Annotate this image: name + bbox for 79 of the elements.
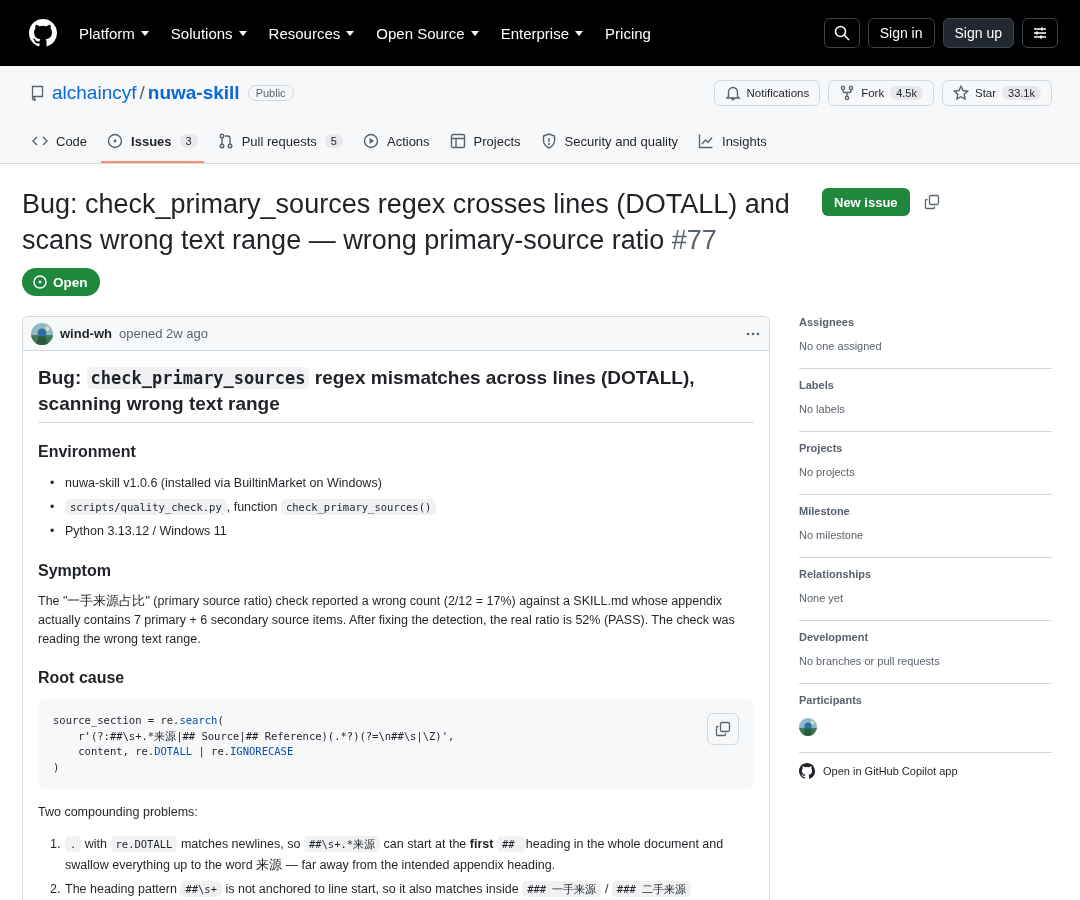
graph-icon — [698, 133, 715, 149]
sidebar-heading[interactable]: Participants — [799, 694, 1052, 706]
play-icon — [362, 133, 379, 149]
open-issue-icon — [32, 274, 48, 290]
nav-menu-item[interactable]: Enterprise — [500, 24, 584, 42]
sidebar-heading[interactable]: Labels — [799, 379, 1052, 391]
heading: Bug: check_primary_sources regex mismatches across lines (DOTALL), scanning wrong text range — [38, 365, 754, 423]
repo-tab[interactable]: Insights — [692, 125, 773, 163]
repo-tab[interactable]: Projects — [443, 125, 527, 163]
section-heading: Environment — [38, 443, 137, 461]
star-icon — [953, 85, 969, 101]
list-item: Python 3.13.12 / Windows 11 — [65, 523, 228, 540]
section-heading: Symptom — [38, 562, 112, 580]
author-name[interactable]: wind-wh — [60, 326, 112, 341]
repo-owner-link[interactable]: alchaincyf — [52, 82, 137, 104]
list-marker: • — [50, 475, 56, 492]
nav-menu-item[interactable]: Resources — [268, 24, 355, 42]
list-item: The heading pattern ##\s+ is not anchored to line start, so it also matches inside ### 一手来源 / ### 二手来源 — [65, 879, 754, 900]
sign-in-button[interactable]: Sign in — [867, 18, 935, 48]
path-separator: / — [139, 82, 145, 104]
paragraph: Two compounding problems: — [38, 804, 199, 821]
avatar — [799, 718, 817, 736]
copy-icon[interactable] — [923, 194, 940, 210]
repo-tab[interactable]: Code — [26, 125, 94, 163]
nav-menu-item[interactable]: Solutions — [170, 24, 247, 42]
sidebar-value: No one assigned — [799, 340, 883, 352]
sidebar-heading[interactable]: Relationships — [799, 568, 1052, 580]
list-marker: 1. — [50, 836, 62, 853]
list-item: . with re.DOTALL matches newlines, so ##\s+.*来源 can start at the first ## heading in the whole document and swallow everything up to the word 来源 — far away from the intended appendix heading. — [65, 835, 725, 874]
table-icon — [449, 133, 466, 149]
sidebar-heading[interactable]: Projects — [799, 442, 1052, 454]
repo-tab[interactable]: Security and quality — [534, 125, 685, 163]
nav-menu-item[interactable]: Pricing — [605, 24, 651, 42]
copilot-link[interactable]: Open in GitHub Copilot app — [799, 763, 1052, 779]
star-button[interactable]: Star 33.1k — [942, 80, 1052, 106]
sidebar-heading[interactable]: Milestone — [799, 505, 1052, 517]
bell-icon — [724, 85, 741, 101]
list-item: scripts/quality_check.py , function check_primary_sources() — [65, 497, 754, 518]
menu-button[interactable] — [1022, 18, 1058, 48]
repo-icon — [30, 85, 44, 101]
repo-tab[interactable]: Actions — [356, 125, 436, 163]
fork-button[interactable]: Fork 4.5k — [828, 80, 934, 106]
comment-time: opened 2w ago — [119, 326, 208, 341]
repo-tab[interactable]: Issues 3 — [101, 125, 204, 163]
list-marker: 2. — [50, 881, 62, 898]
notifications-button[interactable]: Notifications — [713, 80, 821, 106]
octocat-logo[interactable] — [29, 19, 57, 47]
section-heading: Root cause — [38, 669, 126, 687]
sidebar-value: No projects — [799, 466, 856, 478]
repo-tab[interactable]: Pull requests 5 — [211, 125, 349, 163]
nav-menu-item[interactable]: Platform — [79, 24, 149, 42]
new-issue-button[interactable]: New issue — [822, 188, 910, 216]
paragraph: The "一手来源占比" (primary source ratio) check reported a wrong count (2/12 = 17%) against a SKILL.md whose appendix actually contains 7 primary + 6 secondary source items. After fixing the detection, the real ratio is 52% (PASS). The check was reading the wrong text range. — [38, 593, 736, 648]
sliders-icon — [1032, 25, 1048, 41]
nav-menu-item[interactable]: Open Source — [376, 24, 479, 42]
sidebar-heading[interactable]: Assignees — [799, 316, 1052, 328]
sidebar-value: No branches or pull requests — [799, 655, 941, 667]
issue-title: Bug: check_primary_sources regex crosses lines (DOTALL) and scans wrong text range — wrong primary-source ratio #77 — [22, 188, 791, 257]
fork-icon — [839, 85, 856, 101]
pull-request-icon — [217, 133, 234, 149]
shield-icon — [540, 133, 557, 149]
search-button[interactable] — [823, 18, 860, 48]
list-marker: • — [50, 523, 56, 540]
code-text: source_section = re.search( r'(?:##\s+.*来源|## Source|## Reference)(.*?)(?=\n##\s|\Z)', content, re.DOTALL | re.IGNORECASE ) — [53, 713, 456, 775]
list-item: nuwa-skill v1.0.6 (installed via BuiltinMarket on Windows) — [65, 475, 383, 492]
sidebar-value: No labels — [799, 403, 846, 415]
octocat-icon — [799, 763, 815, 779]
issue-icon — [107, 133, 124, 149]
copy-icon — [715, 721, 731, 737]
copy-button[interactable] — [707, 713, 739, 745]
sidebar-value: None yet — [799, 592, 845, 604]
avatar — [31, 322, 53, 345]
list-marker: • — [50, 499, 56, 516]
repo-name-link[interactable]: nuwa-skill — [147, 82, 240, 104]
sign-up-button[interactable]: Sign up — [942, 18, 1014, 48]
sidebar-value: No milestone — [799, 529, 865, 541]
open-state-badge: Open — [22, 268, 100, 296]
search-icon — [833, 25, 850, 41]
sidebar-heading[interactable]: Development — [799, 631, 1052, 643]
